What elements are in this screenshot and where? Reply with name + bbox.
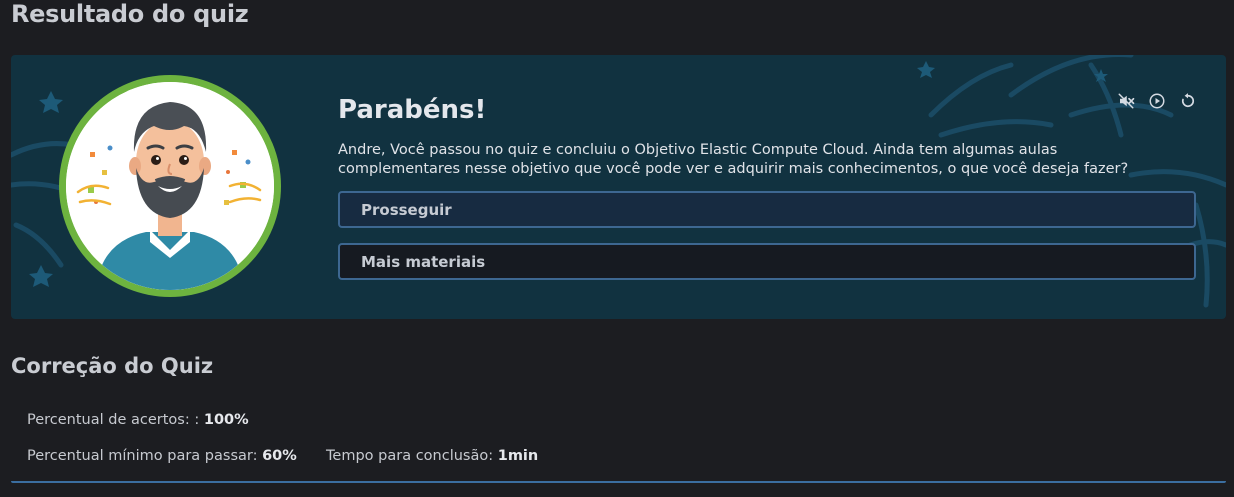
min-pass-label: Percentual mínimo para passar:: [27, 448, 258, 464]
accuracy-value: 100%: [203, 412, 249, 428]
avatar-ring: [59, 75, 281, 297]
mute-button[interactable]: [1116, 91, 1136, 111]
min-pass-value: 60%: [262, 448, 297, 464]
continue-button[interactable]: Prosseguir: [338, 191, 1196, 228]
accuracy-label: Percentual de acertos: :: [27, 412, 200, 428]
time-label: Tempo para conclusão:: [326, 448, 494, 464]
continue-button-label: Prosseguir: [361, 200, 452, 219]
play-button[interactable]: [1147, 91, 1167, 111]
section-divider: [11, 481, 1226, 483]
requirements-row: Percentual mínimo para passar: 60% Tempo…: [27, 448, 538, 464]
replay-button[interactable]: [1178, 91, 1198, 111]
time-value: 1min: [497, 448, 539, 464]
bearded-man-avatar-icon: [66, 82, 274, 290]
avatar: [66, 82, 274, 290]
page-title: Resultado do quiz: [11, 0, 249, 28]
result-banner: Parabéns! Andre, Você passou no quiz e c…: [11, 55, 1226, 319]
more-materials-button-label: Mais materiais: [361, 252, 486, 271]
quiz-correction-title: Correção do Quiz: [11, 354, 214, 378]
result-message: Andre, Você passou no quiz e concluiu o …: [338, 142, 1129, 177]
accuracy-row: Percentual de acertos: : 100%: [27, 412, 249, 428]
replay-icon: [1181, 93, 1195, 108]
congrats-heading: Parabéns!: [338, 95, 487, 125]
more-materials-button[interactable]: Mais materiais: [338, 243, 1196, 280]
play-circle-icon: [1149, 93, 1165, 109]
volume-off-icon: [1118, 93, 1135, 109]
